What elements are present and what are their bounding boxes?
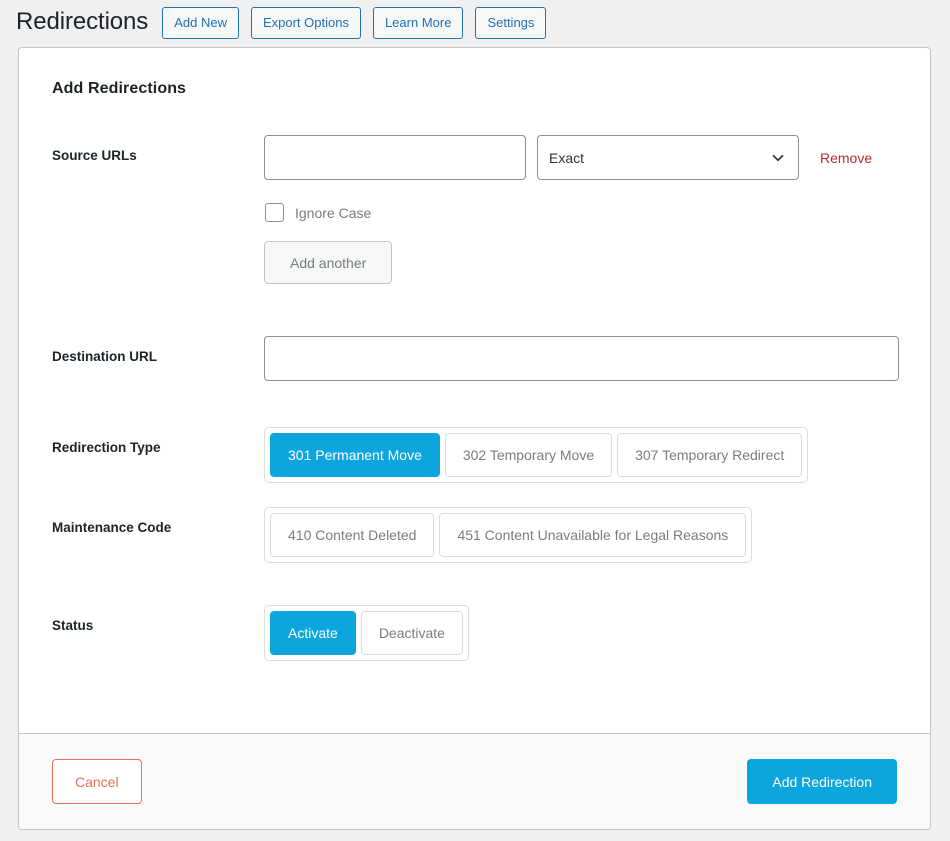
card-body: Add Redirections Source URLs Exact Remov…: [19, 48, 930, 661]
status-label: Status: [52, 618, 94, 633]
maintenance-code-group: 410 Content Deleted 451 Content Unavaila…: [264, 507, 753, 563]
add-another-button[interactable]: Add another: [264, 241, 393, 284]
redirection-type-option-302[interactable]: 302 Temporary Move: [444, 433, 613, 477]
cancel-button[interactable]: Cancel: [52, 759, 142, 804]
page-title: Redirections: [16, 8, 149, 36]
add-redirections-card: Add Redirections Source URLs Exact Remov…: [18, 47, 931, 830]
status-row: Status Activate Deactivate: [52, 605, 898, 661]
ignore-case-checkbox[interactable]: [265, 203, 284, 222]
add-new-button[interactable]: Add New: [162, 6, 239, 39]
source-urls-label: Source URLs: [52, 148, 137, 163]
redirection-type-group: 301 Permanent Move 302 Temporary Move 30…: [264, 427, 809, 483]
redirection-type-control: 301 Permanent Move 302 Temporary Move 30…: [264, 427, 898, 483]
card-heading: Add Redirections: [52, 80, 187, 97]
destination-url-control: [264, 336, 899, 381]
match-type-select-wrap: Exact: [537, 135, 799, 180]
card-footer: Cancel Add Redirection: [19, 733, 930, 829]
status-option-deactivate[interactable]: Deactivate: [360, 611, 463, 655]
redirection-type-option-307[interactable]: 307 Temporary Redirect: [617, 433, 803, 477]
source-urls-row: Source URLs Exact Remove Ignore Case Add…: [52, 135, 898, 284]
source-url-input[interactable]: [264, 135, 526, 180]
maintenance-code-row: Maintenance Code 410 Content Deleted 451…: [52, 507, 898, 563]
ignore-case-label[interactable]: Ignore Case: [295, 205, 371, 221]
match-type-select[interactable]: Exact: [537, 135, 799, 180]
redirection-type-row: Redirection Type 301 Permanent Move 302 …: [52, 427, 898, 483]
maintenance-code-label: Maintenance Code: [52, 520, 172, 535]
match-type-value: Exact: [549, 149, 585, 166]
settings-button[interactable]: Settings: [475, 6, 547, 39]
status-option-activate[interactable]: Activate: [270, 611, 356, 655]
destination-url-row: Destination URL: [52, 336, 899, 381]
export-options-button[interactable]: Export Options: [250, 6, 361, 39]
redirection-type-label: Redirection Type: [52, 440, 161, 455]
remove-source-link[interactable]: Remove: [820, 150, 872, 166]
status-control: Activate Deactivate: [264, 605, 898, 661]
add-redirection-button[interactable]: Add Redirection: [747, 759, 897, 804]
ignore-case-row: Ignore Case: [264, 203, 898, 222]
learn-more-button[interactable]: Learn More: [372, 6, 464, 39]
destination-url-input[interactable]: [264, 336, 899, 381]
source-urls-control: Exact Remove Ignore Case Add another: [264, 135, 898, 284]
destination-url-label: Destination URL: [52, 349, 158, 364]
maintenance-code-option-451[interactable]: 451 Content Unavailable for Legal Reason…: [439, 513, 747, 557]
source-url-line: Exact Remove: [264, 135, 898, 180]
maintenance-code-control: 410 Content Deleted 451 Content Unavaila…: [264, 507, 898, 563]
page-header: Redirections Add New Export Options Lear…: [0, 0, 950, 47]
redirection-type-option-301[interactable]: 301 Permanent Move: [270, 433, 440, 477]
maintenance-code-option-410[interactable]: 410 Content Deleted: [270, 513, 435, 557]
status-group: Activate Deactivate: [264, 605, 469, 661]
